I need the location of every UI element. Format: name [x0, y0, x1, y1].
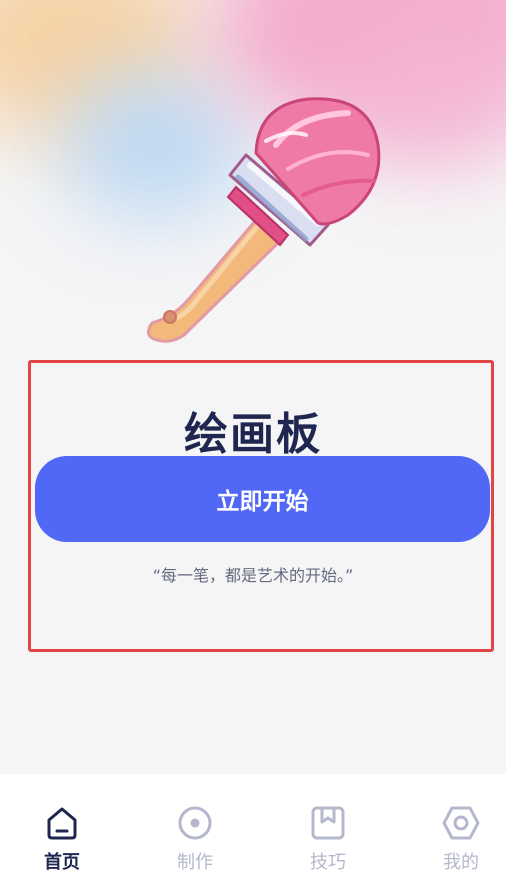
hexagon-settings-icon [442, 804, 480, 842]
paintbrush-illustration [147, 97, 381, 343]
home-icon [43, 804, 81, 842]
tab-home-label: 首页 [44, 852, 80, 873]
tab-tips[interactable]: 技巧 [283, 804, 373, 874]
start-now-button[interactable]: 立即开始 [35, 456, 490, 542]
bookmark-icon [309, 804, 347, 842]
tab-create[interactable]: 制作 [150, 804, 240, 874]
app-title: 绘画板 [184, 409, 322, 460]
record-icon [176, 804, 214, 842]
hero-section: 绘画板 立即开始 “每一笔，都是艺术的开始。” [0, 360, 506, 660]
tab-create-label: 制作 [177, 852, 213, 873]
tab-mine-label: 我的 [443, 852, 479, 873]
bottom-tab-bar: 首页 制作 技巧 我的 [0, 774, 506, 891]
tab-tips-label: 技巧 [310, 852, 346, 873]
slogan-quote: “每一笔，都是艺术的开始。” [152, 566, 354, 585]
tab-mine[interactable]: 我的 [416, 804, 506, 874]
tab-home[interactable]: 首页 [17, 804, 107, 874]
